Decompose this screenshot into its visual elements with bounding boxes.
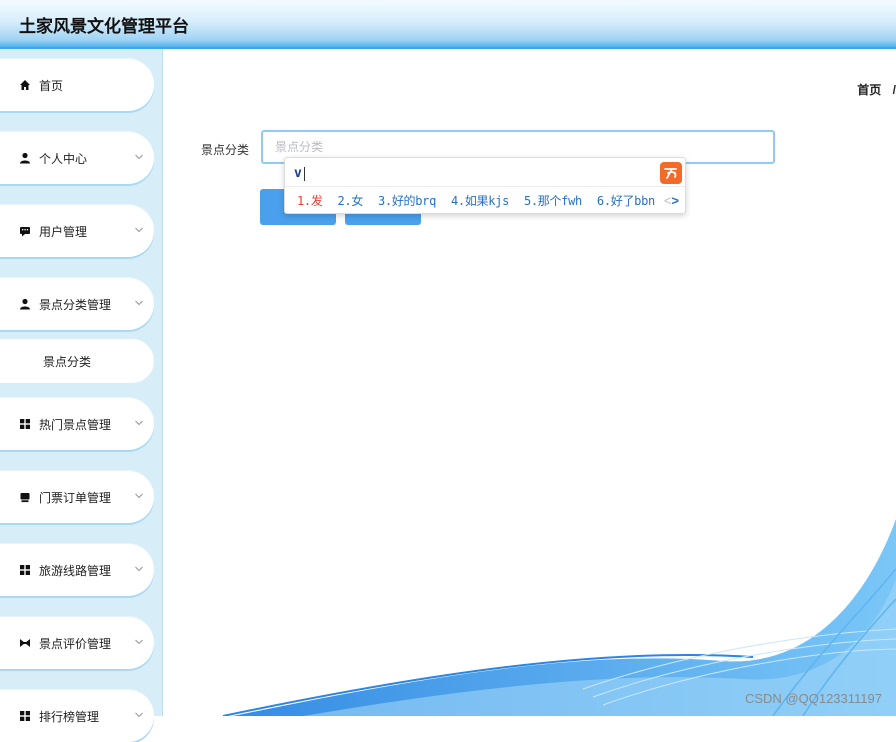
chevron-down-icon <box>135 712 143 718</box>
sidebar-item-label: 个人中心 <box>39 151 88 166</box>
chevron-down-icon <box>135 493 143 499</box>
ime-logo-icon[interactable] <box>660 162 682 184</box>
sidebar-item-label: 景点评价管理 <box>39 636 112 651</box>
form-label-category: 景点分类 <box>201 143 250 157</box>
watermark: CSDN @QQ123311197 <box>744 691 882 706</box>
ime-page-arrows: <> <box>664 193 679 208</box>
ime-logo-glyph <box>664 168 677 179</box>
sidebar-subitem-label: 景点分类 <box>43 354 92 369</box>
ime-candidate-list: 1.发 2.女 3.好的brq 4.如果kjs 5.那个fwh 6.好了bbn <box>297 192 663 209</box>
chevron-down-icon <box>135 227 143 233</box>
grid-icon <box>19 710 31 722</box>
sidebar-item-label: 热门景点管理 <box>39 417 112 432</box>
breadcrumb-home[interactable]: 首页 <box>857 83 881 97</box>
sidebar-item-label: 景点分类管理 <box>39 297 112 312</box>
sidebar-item-label: 排行榜管理 <box>39 709 100 724</box>
chevron-down-icon <box>135 420 143 426</box>
grid-icon <box>19 418 31 430</box>
breadcrumb-separator: / <box>892 83 896 97</box>
ime-composition: v <box>294 166 305 181</box>
ime-next-page-icon[interactable]: > <box>671 193 679 208</box>
ime-candidate[interactable]: 3.好的brq <box>378 194 436 208</box>
app-title: 土家风景文化管理平台 <box>19 17 189 36</box>
sidebar-item-scenic-category-mgmt[interactable]: 景点分类管理 <box>0 278 154 330</box>
chevron-down-icon <box>135 300 143 306</box>
home-icon <box>19 79 31 91</box>
main-content: 首页 / 景点分类 <box>163 49 896 716</box>
text-caret <box>303 166 305 181</box>
breadcrumb: 首页 / <box>857 81 896 98</box>
ime-candidate[interactable]: 6.好了bbn <box>597 194 655 208</box>
sidebar-item-ticket-orders[interactable]: 门票订单管理 <box>0 471 154 523</box>
sidebar-item-reviews[interactable]: 景点评价管理 <box>0 617 154 669</box>
chat-icon <box>19 225 31 237</box>
sidebar-item-users[interactable]: 用户管理 <box>0 205 154 257</box>
sidebar-item-label: 首页 <box>39 78 64 93</box>
sidebar-item-rankings[interactable]: 排行榜管理 <box>0 690 154 742</box>
ticket-icon <box>19 491 31 503</box>
user-icon <box>19 152 31 164</box>
sidebar-item-label: 门票订单管理 <box>39 490 112 505</box>
sidebar-item-profile[interactable]: 个人中心 <box>0 132 154 184</box>
sidebar-item-travel-routes[interactable]: 旅游线路管理 <box>0 544 154 596</box>
chevron-down-icon <box>135 154 143 160</box>
rating-icon <box>19 637 31 649</box>
sidebar-item-hot-spots[interactable]: 热门景点管理 <box>0 398 154 450</box>
sidebar-subitem-scenic-category[interactable]: 景点分类 <box>0 339 154 383</box>
sidebar-item-label: 用户管理 <box>39 224 88 239</box>
chevron-down-icon <box>135 639 143 645</box>
ime-candidate[interactable]: 1.发 <box>297 194 323 208</box>
grid-icon <box>19 564 31 576</box>
ime-divider <box>285 186 685 187</box>
sidebar-item-home[interactable]: 首页 <box>0 59 154 111</box>
user-icon <box>19 298 31 310</box>
sidebar: 首页 个人中心 用户管理 景点分类管理 景点分类 热门景点管理 门票订单管理 旅… <box>0 49 163 742</box>
ime-composition-text: v <box>294 166 302 181</box>
sidebar-item-label: 旅游线路管理 <box>39 563 112 578</box>
chevron-down-icon <box>135 566 143 572</box>
ime-candidate-popup: v 1.发 2.女 3.好的brq 4.如果kjs 5.那个fwh 6.好了bb… <box>284 157 686 214</box>
header-bar: 土家风景文化管理平台 <box>0 0 896 49</box>
ime-candidate[interactable]: 4.如果kjs <box>451 194 509 208</box>
ime-candidate[interactable]: 5.那个fwh <box>524 194 582 208</box>
ime-candidate[interactable]: 2.女 <box>338 194 364 208</box>
